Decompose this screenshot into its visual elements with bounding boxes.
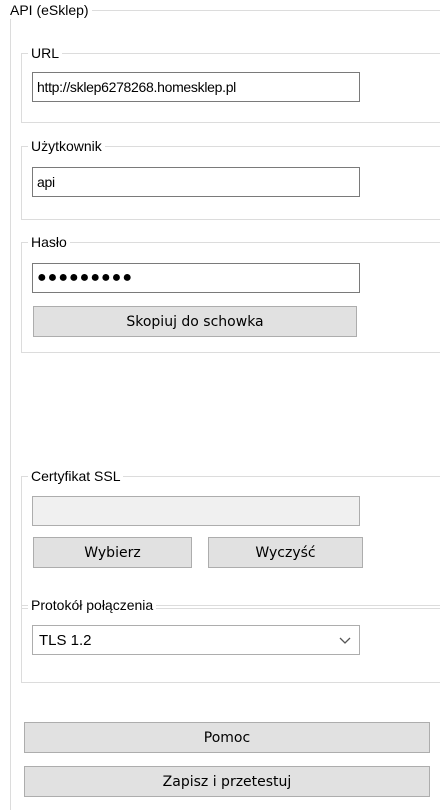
- user-group-title: Użytkownik: [28, 137, 105, 155]
- chevron-down-icon: [339, 637, 351, 644]
- api-group-title: API (eSklep): [6, 1, 92, 19]
- url-input[interactable]: http://sklep6278268.homesklep.pl: [32, 72, 360, 102]
- save-and-test-button[interactable]: Zapisz i przetestuj: [24, 766, 430, 797]
- help-button[interactable]: Pomoc: [24, 722, 430, 753]
- ssl-certificate-field: [32, 496, 360, 526]
- password-input[interactable]: ●●●●●●●●●: [32, 263, 360, 293]
- copy-to-clipboard-button[interactable]: Skopiuj do schowka: [33, 306, 357, 337]
- protocol-group-title: Protokół połączenia: [28, 596, 157, 614]
- protocol-select[interactable]: TLS 1.2: [32, 625, 360, 655]
- choose-certificate-button[interactable]: Wybierz: [33, 537, 192, 568]
- api-group: API (eSklep): [6, 1, 440, 810]
- url-group-title: URL: [28, 44, 63, 62]
- protocol-select-value: TLS 1.2: [39, 631, 92, 649]
- password-group-title: Hasło: [28, 233, 70, 251]
- ssl-group-title: Certyfikat SSL: [28, 467, 124, 485]
- username-input[interactable]: api: [32, 167, 360, 197]
- clear-certificate-button[interactable]: Wyczyść: [208, 537, 363, 568]
